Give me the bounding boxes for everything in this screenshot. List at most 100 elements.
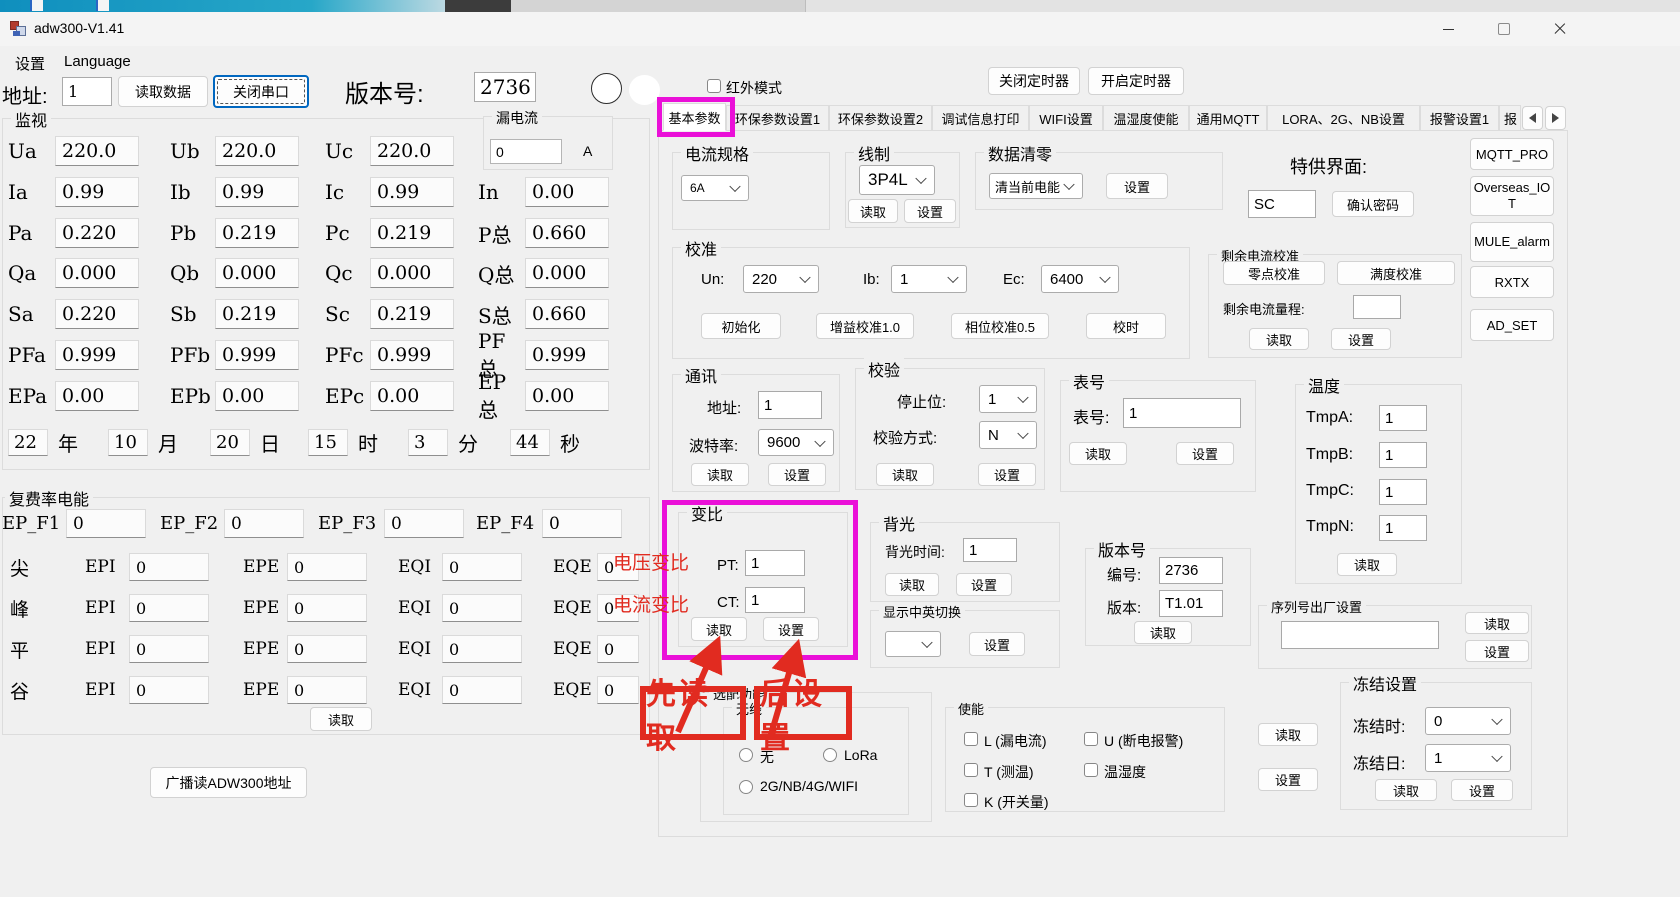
leak-current-field[interactable]: 0 [490, 139, 562, 164]
year-field[interactable]: 22 [8, 429, 48, 456]
init-button[interactable]: 初始化 [701, 313, 781, 339]
special-ui-password-input[interactable]: SC [1248, 190, 1316, 218]
mqtt-pro-button[interactable]: MQTT_PRO [1470, 138, 1554, 170]
hour-field[interactable]: 15 [308, 429, 348, 456]
value-field[interactable]: 0.219 [370, 218, 454, 248]
version-ver-field[interactable]: T1.01 [1159, 590, 1223, 617]
full-cal-button[interactable]: 满度校准 [1337, 261, 1455, 285]
tab-general-mqtt[interactable]: 通用MQTT [1189, 105, 1267, 131]
meter-no-set-button[interactable]: 设置 [1176, 442, 1234, 465]
enable-temp-measure-checkbox[interactable] [964, 763, 978, 777]
enable-set-button[interactable]: 设置 [1258, 768, 1318, 791]
enable-read-button[interactable]: 读取 [1258, 723, 1318, 746]
value-field[interactable]: 0 [442, 635, 522, 663]
infrared-checkbox[interactable] [707, 79, 721, 93]
rxtx-button[interactable]: RXTX [1470, 266, 1554, 298]
value-field[interactable]: 0.99 [215, 177, 299, 207]
close-timer-button[interactable]: 关闭定时器 [988, 67, 1080, 95]
freeze-day-combobox[interactable]: 1 [1425, 744, 1511, 772]
tab-wifi-settings[interactable]: WIFI设置 [1029, 105, 1103, 131]
serial-set-button[interactable]: 设置 [1465, 640, 1529, 662]
tab-scroll-right-button[interactable] [1545, 106, 1566, 130]
meter-no-read-button[interactable]: 读取 [1069, 442, 1127, 465]
minute-field[interactable]: 3 [408, 429, 448, 456]
value-field[interactable]: 0.00 [370, 381, 454, 411]
version-no-field[interactable]: 2736 [1159, 557, 1223, 584]
day-field[interactable]: 20 [210, 429, 250, 456]
value-field[interactable]: 0.220 [55, 218, 139, 248]
wiring-read-button[interactable]: 读取 [848, 199, 898, 223]
backlight-set-button[interactable]: 设置 [956, 573, 1012, 596]
value-field[interactable]: 0.219 [215, 299, 299, 329]
wiring-combobox[interactable]: 3P4L [859, 165, 935, 195]
parity-set-button[interactable]: 设置 [978, 463, 1036, 486]
comm-addr-input[interactable]: 1 [758, 391, 822, 419]
phase-cal-button[interactable]: 相位校准0.5 [951, 313, 1049, 339]
desktop-icon[interactable] [96, 0, 109, 11]
value-field[interactable]: 0.999 [215, 340, 299, 370]
tab-lora-2g-nb[interactable]: LORA、2G、NB设置 [1267, 105, 1420, 131]
open-timer-button[interactable]: 开启定时器 [1088, 67, 1184, 95]
value-field[interactable]: 0.999 [370, 340, 454, 370]
value-field[interactable]: 0.00 [55, 381, 139, 411]
comm-read-button[interactable]: 读取 [691, 463, 749, 486]
value-field[interactable]: 0.000 [215, 258, 299, 288]
value-field[interactable]: 0.219 [370, 299, 454, 329]
value-field[interactable]: 0 [66, 509, 146, 538]
value-field[interactable]: 0 [129, 553, 209, 581]
tab-alarm-settings1[interactable]: 报警设置1 [1420, 105, 1499, 131]
value-field[interactable]: 0 [442, 553, 522, 581]
enable-switch-checkbox[interactable] [964, 793, 978, 807]
value-field[interactable]: 0 [597, 635, 639, 663]
backlight-time-input[interactable]: 1 [963, 538, 1017, 562]
value-field[interactable]: 0.00 [215, 381, 299, 411]
address-input[interactable]: 1 [62, 77, 112, 106]
value-field[interactable]: 220.0 [55, 136, 139, 166]
confirm-password-button[interactable]: 确认密码 [1332, 191, 1414, 217]
enable-temp-humidity-checkbox[interactable] [1084, 763, 1098, 777]
ad-set-button[interactable]: AD_SET [1470, 309, 1554, 341]
overseas-iot-button[interactable]: Overseas_IOT [1470, 176, 1554, 216]
current-spec-combobox[interactable]: 6A [681, 175, 749, 201]
freeze-read-button[interactable]: 读取 [1375, 779, 1437, 801]
radio-2g-nb-4g-wifi[interactable] [739, 780, 753, 794]
un-combobox[interactable]: 220 [743, 265, 819, 293]
value-field[interactable]: 0.99 [55, 177, 139, 207]
value-field[interactable]: 0 [129, 594, 209, 622]
menu-language[interactable]: Language [64, 53, 131, 70]
tmpa-field[interactable]: 1 [1379, 405, 1427, 431]
value-field[interactable]: 0.000 [525, 258, 609, 288]
gain-cal-button[interactable]: 增益校准1.0 [816, 313, 914, 339]
value-field[interactable]: 0.00 [525, 381, 609, 411]
value-field[interactable]: 0 [442, 676, 522, 704]
maximize-button[interactable] [1481, 12, 1527, 46]
time-cal-button[interactable]: 校时 [1086, 313, 1166, 339]
data-clear-combobox[interactable]: 清当前电能 [989, 173, 1083, 199]
data-clear-set-button[interactable]: 设置 [1106, 173, 1168, 199]
value-field[interactable]: 0.999 [525, 340, 609, 370]
close-serial-button[interactable]: 关闭串口 [213, 75, 309, 108]
tab-debug-print[interactable]: 调试信息打印 [932, 105, 1029, 131]
value-field[interactable]: 0.660 [525, 218, 609, 248]
value-field[interactable]: 0 [597, 676, 639, 704]
residual-read-button[interactable]: 读取 [1249, 328, 1309, 350]
freeze-set-button[interactable]: 设置 [1451, 779, 1513, 801]
tab-env-params2[interactable]: 环保参数设置2 [829, 105, 932, 131]
tab-env-params1[interactable]: 环保参数设置1 [726, 105, 829, 131]
read-data-button[interactable]: 读取数据 [118, 76, 208, 107]
tmpc-field[interactable]: 1 [1379, 479, 1427, 505]
minimize-button[interactable] [1425, 12, 1471, 46]
tab-truncated[interactable]: 报 [1499, 105, 1521, 131]
value-field[interactable]: 0 [224, 509, 304, 538]
desktop-icon[interactable] [30, 0, 43, 11]
value-field[interactable]: 220.0 [370, 136, 454, 166]
lang-switch-combobox[interactable] [885, 631, 941, 657]
close-button[interactable] [1537, 12, 1583, 46]
serial-input[interactable] [1281, 621, 1439, 649]
parity-mode-combobox[interactable]: N [979, 421, 1037, 449]
value-field[interactable]: 0 [542, 509, 622, 538]
tmpn-field[interactable]: 1 [1379, 515, 1427, 541]
value-field[interactable]: 0.660 [525, 299, 609, 329]
value-field[interactable]: 0 [384, 509, 464, 538]
backlight-read-button[interactable]: 读取 [885, 573, 939, 596]
